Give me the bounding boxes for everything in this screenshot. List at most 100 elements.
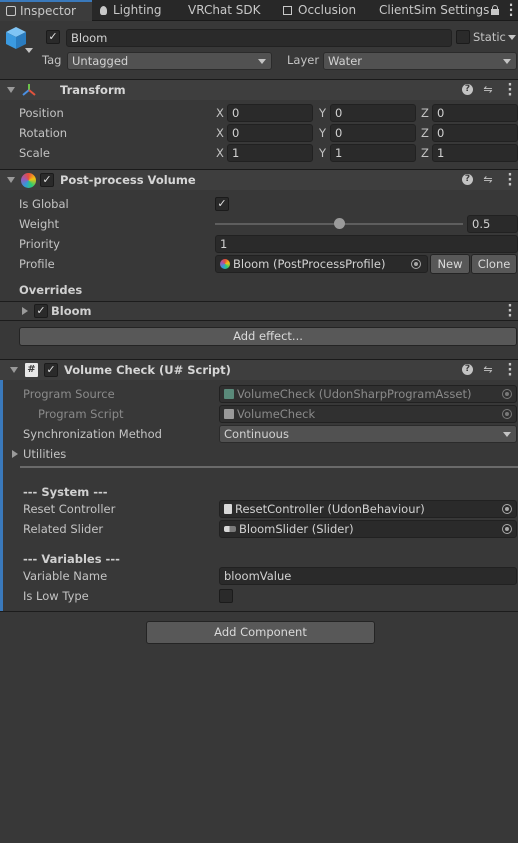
rotation-x-label[interactable]: X: [216, 124, 224, 142]
transform-header[interactable]: Transform ? ⇋ · · ·: [0, 79, 518, 102]
profile-object-field[interactable]: Bloom (PostProcessProfile): [215, 255, 428, 273]
context-menu-icon[interactable]: · · ·: [507, 79, 513, 102]
foldout-arrow-icon[interactable]: [10, 367, 18, 373]
transform-title: Transform: [60, 83, 126, 97]
position-z-field[interactable]: 0: [432, 104, 518, 122]
add-component-button[interactable]: Add Component: [146, 621, 375, 644]
tab-lighting-label: Lighting: [113, 3, 162, 17]
priority-field[interactable]: 1: [215, 235, 518, 253]
profile-label: Profile: [19, 257, 55, 271]
scale-y-field[interactable]: 1: [330, 144, 416, 162]
overrides-label: Overrides: [19, 283, 83, 297]
tab-lighting[interactable]: Lighting: [100, 0, 162, 21]
rotation-x-field[interactable]: 0: [227, 124, 313, 142]
related-slider-field[interactable]: BloomSlider (Slider): [219, 520, 517, 538]
position-label: Position: [19, 106, 64, 120]
lock-icon[interactable]: [491, 5, 499, 15]
context-menu-icon[interactable]: · · ·: [507, 359, 513, 382]
position-y-field[interactable]: 0: [330, 104, 416, 122]
tag-dropdown[interactable]: Untagged: [67, 52, 272, 70]
is-global-checkbox[interactable]: ✓: [215, 197, 229, 211]
add-effect-button[interactable]: Add effect...: [19, 327, 517, 346]
help-icon[interactable]: ?: [462, 174, 474, 186]
layer-value: Water: [328, 54, 362, 68]
tab-inspector[interactable]: Inspector: [0, 0, 92, 21]
reset-controller-field[interactable]: ResetController (UdonBehaviour): [219, 500, 517, 518]
csharp-script-icon: #: [25, 363, 38, 377]
bloom-override-label: Bloom: [51, 304, 92, 318]
occlusion-icon: [283, 6, 292, 15]
sync-method-dropdown[interactable]: Continuous: [219, 425, 517, 443]
variable-name-field[interactable]: bloomValue: [219, 567, 517, 585]
is-low-type-checkbox[interactable]: [219, 589, 233, 603]
post-process-icon: [21, 173, 36, 188]
gameobject-name-field[interactable]: Bloom: [66, 29, 452, 47]
weight-value-field[interactable]: 0.5: [467, 215, 518, 233]
tab-occlusion[interactable]: Occlusion: [283, 0, 356, 21]
volume-check-enabled-checkbox[interactable]: ✓: [44, 363, 58, 377]
foldout-arrow-icon[interactable]: [7, 177, 15, 183]
gameobject-active-checkbox[interactable]: ✓: [46, 30, 60, 44]
context-menu-icon[interactable]: · · ·: [507, 300, 513, 323]
clone-profile-button[interactable]: Clone: [471, 254, 517, 274]
variables-section-header: --- Variables ---: [23, 552, 120, 566]
ppv-enabled-checkbox[interactable]: ✓: [40, 173, 54, 187]
tab-vrchat-sdk-label: VRChat SDK: [188, 3, 261, 17]
icon-dropdown-arrow[interactable]: [25, 48, 33, 53]
object-picker-icon: [502, 389, 512, 399]
position-x-field[interactable]: 0: [227, 104, 313, 122]
new-profile-button[interactable]: New: [430, 254, 470, 274]
object-picker-icon[interactable]: [502, 524, 512, 534]
object-picker-icon[interactable]: [502, 504, 512, 514]
scale-label: Scale: [19, 146, 50, 160]
scale-x-label[interactable]: X: [216, 144, 224, 162]
ppv-title: Post-process Volume: [60, 173, 196, 187]
inspector-tab-icon: [6, 6, 16, 16]
context-menu-icon[interactable]: · · ·: [507, 169, 513, 192]
scale-z-field[interactable]: 1: [432, 144, 518, 162]
is-global-label: Is Global: [19, 197, 69, 211]
program-script-label: Program Script: [38, 407, 124, 421]
slider-component-icon: [224, 526, 236, 532]
weight-slider-thumb[interactable]: [333, 218, 345, 229]
rotation-z-field[interactable]: 0: [432, 124, 518, 142]
scale-x-field[interactable]: 1: [227, 144, 313, 162]
foldout-arrow-icon[interactable]: [22, 307, 28, 315]
scale-y-label[interactable]: Y: [319, 144, 326, 162]
layer-dropdown[interactable]: Water: [323, 52, 517, 70]
position-y-label[interactable]: Y: [319, 104, 326, 122]
scale-z-label[interactable]: Z: [421, 144, 429, 162]
rotation-y-label[interactable]: Y: [319, 124, 326, 142]
volume-check-header[interactable]: # ✓ Volume Check (U# Script) ? ⇋ · · ·: [0, 359, 518, 382]
rotation-z-label[interactable]: Z: [421, 124, 429, 142]
utilities-foldout-icon[interactable]: [12, 450, 18, 458]
post-process-volume-header[interactable]: ✓ Post-process Volume ? ⇋ · · ·: [0, 169, 518, 192]
tab-clientsim-label: ClientSim Settings: [379, 3, 490, 17]
tab-vrchat-sdk[interactable]: VRChat SDK: [188, 0, 261, 21]
system-section-header: --- System ---: [23, 485, 108, 499]
object-picker-icon[interactable]: [411, 259, 421, 269]
static-checkbox[interactable]: [456, 30, 470, 44]
tab-clientsim-settings[interactable]: ClientSim Settings: [379, 0, 489, 21]
tag-label: Tag: [42, 53, 62, 67]
static-dropdown-arrow[interactable]: [508, 35, 516, 40]
presets-icon[interactable]: ⇋: [482, 364, 494, 376]
program-script-field: VolumeCheck: [219, 405, 517, 423]
position-z-label[interactable]: Z: [421, 104, 429, 122]
rotation-y-field[interactable]: 0: [330, 124, 416, 142]
related-slider-label: Related Slider: [23, 522, 104, 536]
presets-icon[interactable]: ⇋: [482, 174, 494, 186]
layer-label: Layer: [287, 53, 320, 67]
is-low-type-label: Is Low Type: [23, 589, 89, 603]
script-file-icon: [224, 409, 234, 419]
priority-label: Priority: [19, 237, 60, 251]
help-icon[interactable]: ?: [462, 84, 474, 96]
position-x-label[interactable]: X: [216, 104, 224, 122]
tab-menu-icon[interactable]: · · ·: [508, 0, 514, 21]
help-icon[interactable]: ?: [462, 364, 474, 376]
bloom-override-row[interactable]: ✓ Bloom · · ·: [0, 300, 518, 323]
utilities-label[interactable]: Utilities: [23, 445, 66, 463]
presets-icon[interactable]: ⇋: [482, 84, 494, 96]
bloom-override-checkbox[interactable]: ✓: [34, 304, 48, 318]
foldout-arrow-icon[interactable]: [7, 87, 15, 93]
